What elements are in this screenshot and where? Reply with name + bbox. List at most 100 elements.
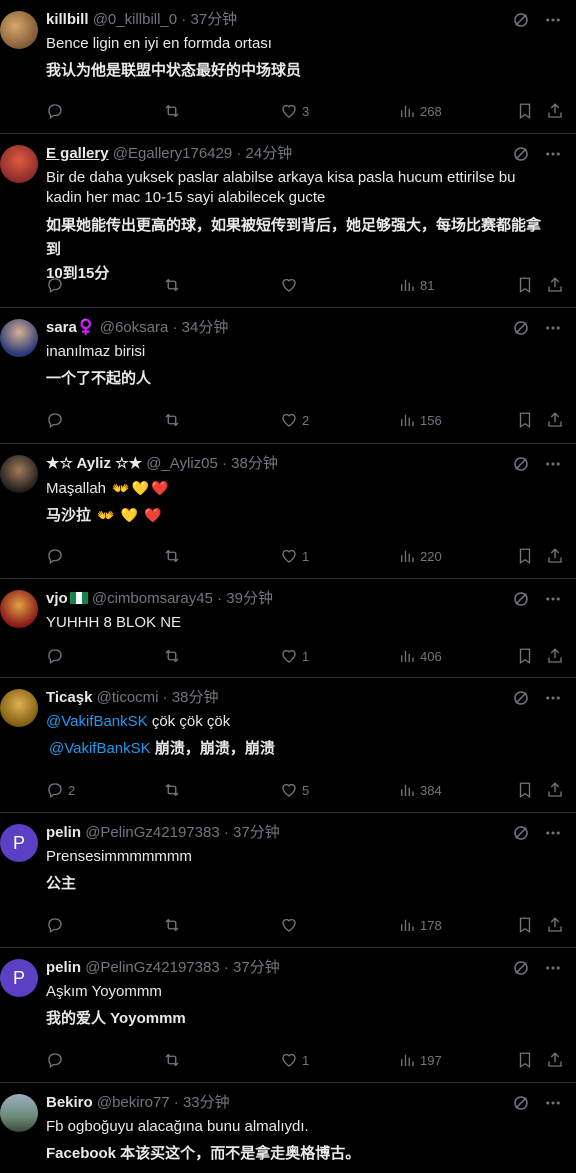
handle-time[interactable]: @cimbomsaray45 · 39分钟 [92, 590, 273, 607]
tweet[interactable]: sara♀️ @6oksara · 34分钟 inanılmaz birisi … [0, 308, 576, 444]
grok-icon[interactable] [512, 145, 530, 163]
like-button[interactable]: 1 [280, 646, 309, 666]
bookmark-button[interactable] [516, 646, 534, 666]
like-button[interactable]: 3 [280, 101, 309, 121]
display-name[interactable]: ★☆ Ayliz ☆★ [46, 455, 142, 472]
more-icon[interactable] [544, 1094, 562, 1112]
reply-button[interactable] [46, 646, 64, 666]
retweet-button[interactable] [163, 275, 181, 295]
share-button[interactable] [546, 1050, 564, 1070]
more-icon[interactable] [544, 11, 562, 29]
like-button[interactable]: 1 [280, 546, 309, 566]
share-button[interactable] [546, 915, 564, 935]
bookmark-button[interactable] [516, 275, 534, 295]
display-name[interactable]: killbill [46, 11, 89, 28]
display-name[interactable]: pelin [46, 824, 81, 841]
display-name[interactable]: Bekiro [46, 1094, 93, 1111]
tweet[interactable]: killbill @0_killbill_0 · 37分钟 Bence ligi… [0, 0, 576, 134]
retweet-button[interactable] [163, 646, 181, 666]
grok-icon[interactable] [512, 689, 530, 707]
more-icon[interactable] [544, 959, 562, 977]
views-button[interactable]: 81 [398, 275, 434, 295]
share-button[interactable] [546, 546, 564, 566]
views-button[interactable]: 406 [398, 646, 442, 666]
avatar[interactable] [0, 455, 38, 493]
bookmark-button[interactable] [516, 410, 534, 430]
more-icon[interactable] [544, 455, 562, 473]
retweet-button[interactable] [163, 915, 181, 935]
grok-icon[interactable] [512, 1094, 530, 1112]
views-button[interactable]: 197 [398, 1050, 442, 1070]
like-button[interactable] [280, 275, 298, 295]
grok-icon[interactable] [512, 11, 530, 29]
mention-link[interactable]: @VakifBankSK [46, 713, 148, 730]
bookmark-button[interactable] [516, 1050, 534, 1070]
handle-time[interactable]: @_Ayliz05 · 38分钟 [146, 455, 278, 472]
views-button[interactable]: 384 [398, 780, 442, 800]
retweet-button[interactable] [163, 546, 181, 566]
like-button[interactable]: 5 [280, 780, 309, 800]
bookmark-button[interactable] [516, 915, 534, 935]
display-name[interactable]: pelin [46, 959, 81, 976]
handle-time[interactable]: @0_killbill_0 · 37分钟 [93, 11, 237, 28]
views-button[interactable]: 156 [398, 410, 442, 430]
tweet[interactable]: P pelin @PelinGz42197383 · 37分钟 Prensesi… [0, 813, 576, 948]
grok-icon[interactable] [512, 590, 530, 608]
bookmark-button[interactable] [516, 546, 534, 566]
display-name[interactable]: sara♀️ [46, 319, 96, 336]
tweet[interactable]: ★☆ Ayliz ☆★ @_Ayliz05 · 38分钟 Maşallah 👐 💛… [0, 444, 576, 579]
share-button[interactable] [546, 410, 564, 430]
reply-button[interactable] [46, 546, 64, 566]
more-icon[interactable] [544, 590, 562, 608]
more-icon[interactable] [544, 145, 562, 163]
handle-time[interactable]: @PelinGz42197383 · 37分钟 [85, 824, 280, 841]
share-button[interactable] [546, 646, 564, 666]
tweet[interactable]: vjo @cimbomsaray45 · 39分钟 YUHHH 8 BLOK N… [0, 579, 576, 678]
more-icon[interactable] [544, 824, 562, 842]
tweet[interactable]: P pelin @PelinGz42197383 · 37分钟 Aşkım Yo… [0, 948, 576, 1083]
retweet-button[interactable] [163, 410, 181, 430]
handle-time[interactable]: @ticocmi · 38分钟 [97, 689, 219, 706]
like-button[interactable]: 2 [280, 410, 309, 430]
tweet[interactable]: Ticaşk @ticocmi · 38分钟 @VakifBankSK çök … [0, 678, 576, 813]
reply-button[interactable] [46, 1050, 64, 1070]
grok-icon[interactable] [512, 455, 530, 473]
display-name[interactable]: E gallery [46, 145, 109, 162]
handle-time[interactable]: @PelinGz42197383 · 37分钟 [85, 959, 280, 976]
bookmark-button[interactable] [516, 780, 534, 800]
views-button[interactable]: 178 [398, 915, 442, 935]
tweet[interactable]: Bekiro @bekiro77 · 33分钟 Fb ogboğuyu alac… [0, 1083, 576, 1173]
avatar[interactable] [0, 590, 38, 628]
views-button[interactable]: 268 [398, 101, 442, 121]
avatar[interactable] [0, 1094, 38, 1132]
avatar[interactable] [0, 689, 38, 727]
share-button[interactable] [546, 780, 564, 800]
like-button[interactable]: 1 [280, 1050, 309, 1070]
grok-icon[interactable] [512, 319, 530, 337]
views-button[interactable]: 220 [398, 546, 442, 566]
grok-icon[interactable] [512, 824, 530, 842]
retweet-button[interactable] [163, 780, 181, 800]
avatar[interactable] [0, 11, 38, 49]
retweet-button[interactable] [163, 1050, 181, 1070]
reply-button[interactable] [46, 410, 64, 430]
more-icon[interactable] [544, 319, 562, 337]
more-icon[interactable] [544, 689, 562, 707]
display-name[interactable]: vjo [46, 590, 68, 607]
avatar[interactable]: P [0, 824, 38, 862]
avatar[interactable] [0, 145, 38, 183]
display-name[interactable]: Ticaşk [46, 689, 92, 706]
handle-time[interactable]: @6oksara · 34分钟 [100, 319, 229, 336]
handle-time[interactable]: @Egallery176429 · 24分钟 [113, 145, 293, 162]
reply-button[interactable] [46, 275, 64, 295]
reply-button[interactable] [46, 101, 68, 121]
retweet-button[interactable] [163, 101, 181, 121]
share-button[interactable] [546, 275, 564, 295]
like-button[interactable] [280, 915, 298, 935]
bookmark-button[interactable] [516, 101, 534, 121]
handle-time[interactable]: @bekiro77 · 33分钟 [97, 1094, 230, 1111]
reply-button[interactable] [46, 915, 64, 935]
avatar[interactable]: P [0, 959, 38, 997]
grok-icon[interactable] [512, 959, 530, 977]
tweet[interactable]: E gallery @Egallery176429 · 24分钟 Bir de … [0, 134, 576, 308]
